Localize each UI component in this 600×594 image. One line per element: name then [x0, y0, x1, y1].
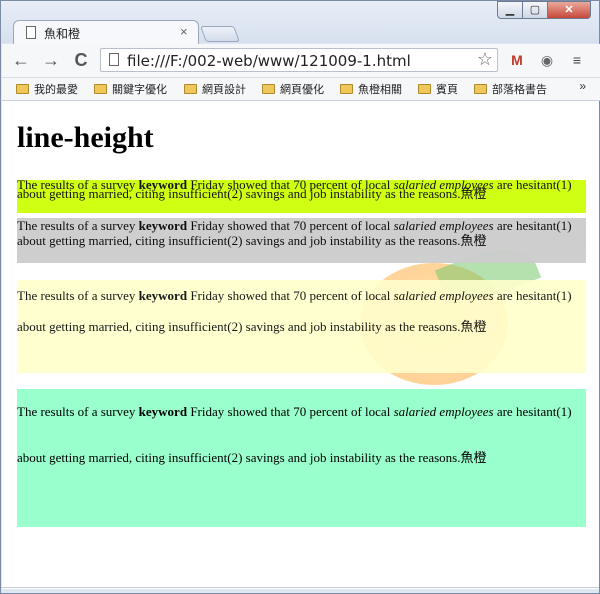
folder-icon [262, 84, 275, 94]
page-icon [109, 53, 119, 66]
reload-button[interactable]: C [70, 50, 92, 70]
browser-tab[interactable]: 魚和橙 × [13, 20, 199, 44]
folder-icon [418, 84, 431, 94]
folder-icon [94, 84, 107, 94]
page-heading: line-height [17, 121, 154, 154]
bookmark-item[interactable]: 網頁設計 [184, 81, 246, 97]
window-controls: ▁ ▢ ✕ [497, 1, 591, 21]
folder-icon [16, 84, 29, 94]
page-viewport: line-height The results of a survey keyw… [2, 101, 599, 589]
extension-icon[interactable]: ◉ [538, 52, 556, 68]
bookmark-item[interactable]: 關鍵字優化 [94, 81, 167, 97]
paragraph-line-height-tight: The results of a survey keyword Friday s… [17, 178, 586, 213]
back-button[interactable]: ← [10, 50, 32, 70]
bookmarks-bar: 我的最愛 關鍵字優化 網頁設計 網頁優化 魚橙相關 賓頁 部落格書告 » [2, 78, 600, 101]
bookmark-item[interactable]: 我的最愛 [16, 81, 78, 97]
folder-icon [340, 84, 353, 94]
bookmark-item[interactable]: 網頁優化 [262, 81, 324, 97]
maximize-button[interactable]: ▢ [522, 1, 548, 19]
tab-title: 魚和橙 [44, 27, 81, 41]
paragraph-line-height-normal: The results of a survey keyword Friday s… [17, 218, 586, 263]
new-tab-button[interactable] [200, 26, 240, 42]
menu-icon[interactable]: ≡ [568, 52, 586, 68]
paragraph-line-height-triple: The results of a survey keyword Friday s… [17, 389, 586, 527]
folder-icon [474, 84, 487, 94]
browser-toolbar: ← → C file:///F:/002-web/www/121009-1.ht… [2, 44, 600, 78]
page-icon [26, 26, 36, 39]
browser-window: 魚和橙 × ▁ ▢ ✕ ← → C file:///F:/002-web/www… [0, 0, 600, 594]
url-text: file:///F:/002-web/www/121009-1.html [127, 52, 411, 70]
forward-button[interactable]: → [40, 50, 62, 70]
window-bottom-border [1, 587, 599, 588]
title-bar: 魚和橙 × ▁ ▢ ✕ [1, 1, 599, 44]
bookmarks-overflow-button[interactable]: » [579, 79, 586, 93]
address-bar[interactable]: file:///F:/002-web/www/121009-1.html ☆ [100, 48, 498, 72]
minimize-button[interactable]: ▁ [497, 1, 523, 19]
tab-close-icon[interactable]: × [180, 24, 188, 39]
bookmark-item[interactable]: 部落格書告 [474, 81, 547, 97]
bookmark-item[interactable]: 魚橙相關 [340, 81, 402, 97]
paragraph-line-height-double: The results of a survey keyword Friday s… [17, 280, 586, 373]
bookmark-star-icon[interactable]: ☆ [477, 49, 493, 70]
gmail-icon[interactable]: M [508, 52, 526, 68]
bookmark-item[interactable]: 賓頁 [418, 81, 458, 97]
folder-icon [184, 84, 197, 94]
close-window-button[interactable]: ✕ [547, 1, 591, 19]
